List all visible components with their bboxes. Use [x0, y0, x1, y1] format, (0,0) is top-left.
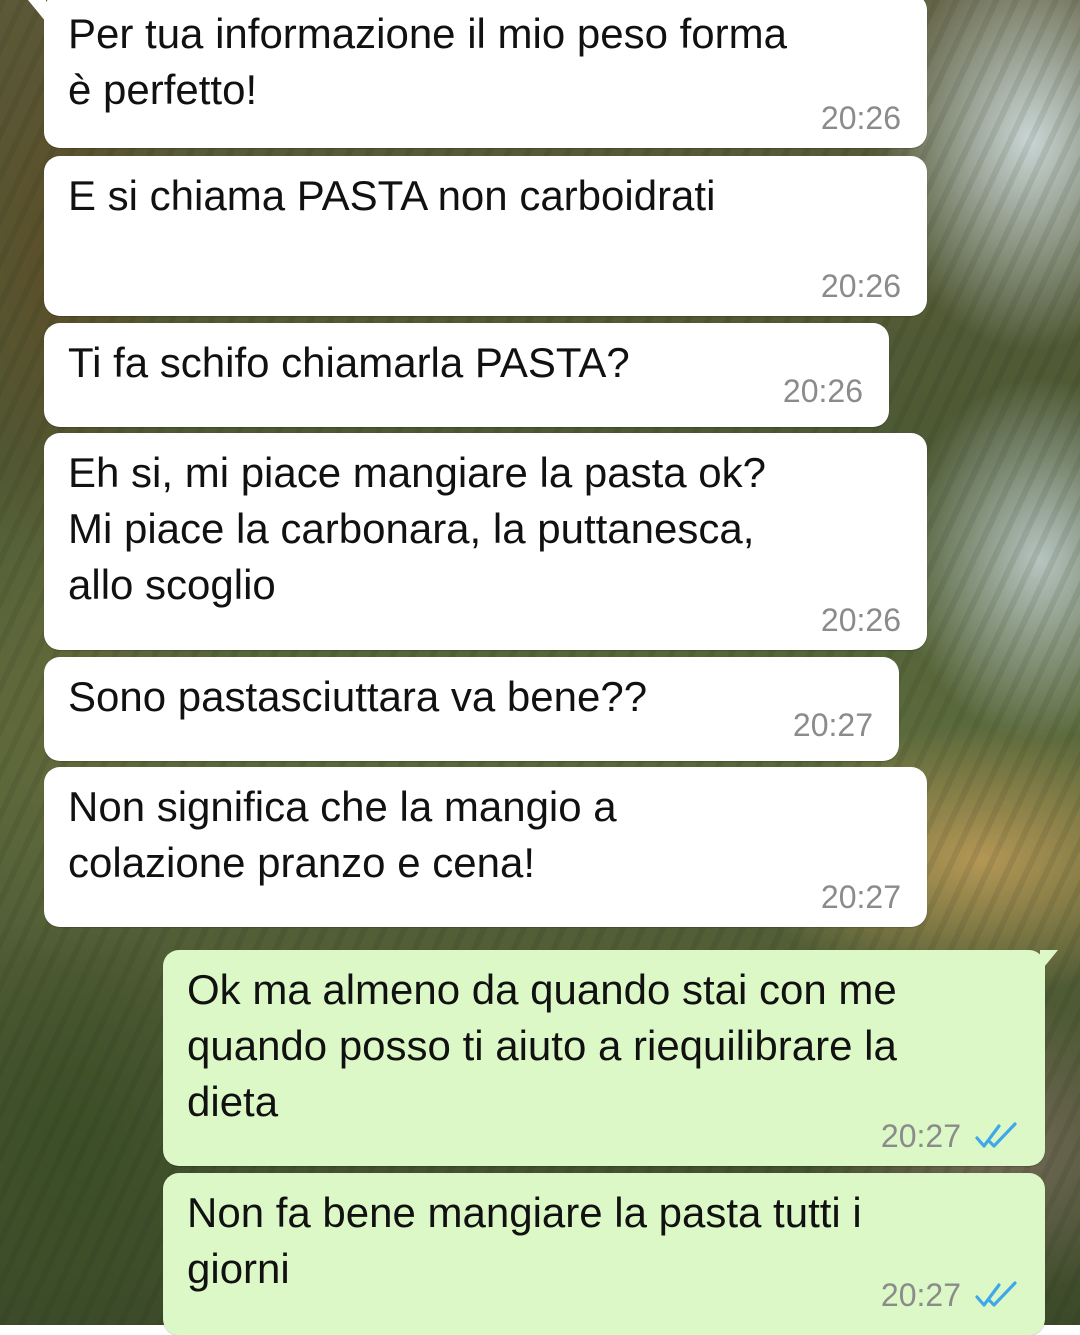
message-text: Per tua informazione il mio peso forma è…: [68, 10, 787, 113]
message-meta: 20:27: [881, 1116, 1019, 1156]
message-text: Ok ma almeno da quando stai con me quand…: [187, 966, 897, 1125]
message-text: E si chiama PASTA non carboidrati: [68, 172, 716, 219]
message-meta: 20:27: [793, 705, 873, 745]
message-meta: 20:27: [881, 1275, 1019, 1315]
outgoing-message[interactable]: Ok ma almeno da quando stai con me quand…: [163, 950, 1045, 1166]
message-timestamp: 20:26: [820, 100, 901, 136]
incoming-message[interactable]: Eh si, mi piace mangiare la pasta ok? Mi…: [44, 433, 927, 650]
message-text: Eh si, mi piace mangiare la pasta ok? Mi…: [68, 449, 767, 608]
message-text: Ti fa schifo chiamarla PASTA?: [68, 339, 630, 386]
outgoing-message[interactable]: Non fa bene mangiare la pasta tutti i gi…: [163, 1173, 1045, 1335]
double-check-read-icon: [975, 1122, 1017, 1148]
message-meta: 20:26: [783, 371, 863, 411]
message-timestamp: 20:26: [782, 373, 863, 409]
incoming-message[interactable]: Ti fa schifo chiamarla PASTA? 20:26: [44, 323, 889, 427]
message-timestamp: 20:27: [880, 1118, 961, 1154]
message-meta: 20:27: [821, 877, 901, 917]
message-timestamp: 20:27: [792, 707, 873, 743]
incoming-message[interactable]: Non significa che la mangio a colazione …: [44, 767, 927, 927]
incoming-message[interactable]: Sono pastasciuttara va bene?? 20:27: [44, 657, 899, 761]
message-timestamp: 20:26: [820, 268, 901, 304]
message-timestamp: 20:27: [820, 879, 901, 915]
message-meta: 20:26: [821, 98, 901, 138]
double-check-read-icon: [975, 1281, 1017, 1307]
incoming-message[interactable]: E si chiama PASTA non carboidrati 20:26: [44, 156, 927, 316]
incoming-message[interactable]: Per tua informazione il mio peso forma è…: [44, 0, 927, 148]
message-meta: 20:26: [821, 266, 901, 306]
message-timestamp: 20:26: [820, 602, 901, 638]
message-meta: 20:26: [821, 600, 901, 640]
message-text: Sono pastasciuttara va bene??: [68, 673, 648, 720]
message-text: Non significa che la mangio a colazione …: [68, 783, 617, 886]
message-timestamp: 20:27: [880, 1277, 961, 1313]
